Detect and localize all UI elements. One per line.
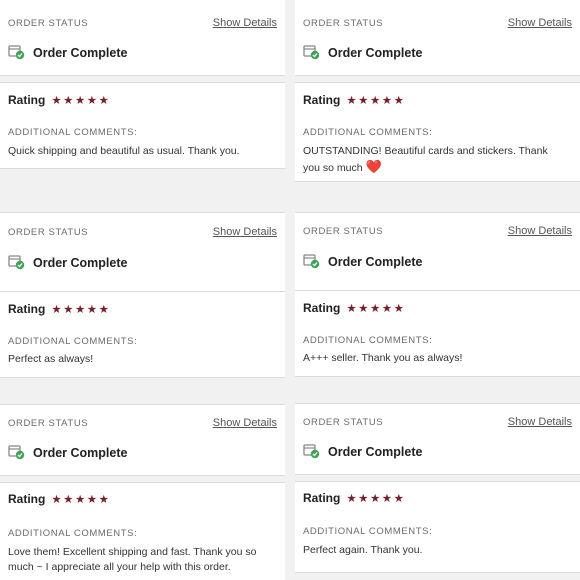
review-tile-1: ORDER STATUS Show Details Order Complete… [0, 0, 285, 190]
show-details-link[interactable]: Show Details [213, 226, 277, 238]
order-status-text: Order Complete [328, 45, 423, 60]
rating-card: Rating ★★★★★ ADDITIONAL COMMENTS: Perfec… [295, 481, 580, 573]
additional-comments-label: ADDITIONAL COMMENTS: [303, 335, 433, 346]
rating-row: Rating ★★★★★ [303, 93, 405, 107]
order-status: Order Complete [8, 45, 127, 60]
review-comment-text: OUTSTANDING! Beautiful cards and sticker… [303, 145, 548, 174]
rating-label: Rating [303, 301, 341, 315]
five-star-rating-icon: ★★★★★ [51, 95, 111, 107]
review-tile-5: ORDER STATUS Show Details Order Complete… [0, 392, 285, 580]
order-status: Order Complete [303, 444, 422, 459]
review-tile-2: ORDER STATUS Show Details Order Complete… [295, 0, 580, 190]
five-star-rating-icon: ★★★★★ [346, 303, 406, 315]
order-status-card: ORDER STATUS Show Details Order Complete [0, 212, 285, 292]
rating-label: Rating [8, 492, 46, 506]
order-status-label: ORDER STATUS [8, 418, 89, 429]
additional-comments-label: ADDITIONAL COMMENTS: [303, 526, 433, 537]
order-status-text: Order Complete [33, 255, 128, 270]
package-check-icon [8, 255, 25, 270]
package-check-icon [303, 45, 320, 60]
order-status-label: ORDER STATUS [303, 417, 384, 428]
review-tile-3: ORDER STATUS Show Details Order Complete… [0, 200, 285, 390]
order-status-label: ORDER STATUS [303, 226, 384, 237]
order-status: Order Complete [303, 254, 422, 269]
order-status: Order Complete [303, 45, 422, 60]
show-details-link[interactable]: Show Details [213, 417, 277, 429]
show-details-link[interactable]: Show Details [508, 416, 572, 428]
order-status-label: ORDER STATUS [303, 18, 384, 29]
rating-card: Rating ★★★★★ ADDITIONAL COMMENTS: OUTSTA… [295, 82, 580, 182]
rating-card: Rating ★★★★★ ADDITIONAL COMMENTS: A+++ s… [295, 290, 580, 377]
rating-label: Rating [303, 491, 341, 505]
order-status: Order Complete [8, 445, 127, 460]
additional-comments-label: ADDITIONAL COMMENTS: [303, 127, 433, 138]
review-comment: OUTSTANDING! Beautiful cards and sticker… [303, 144, 566, 176]
order-status-text: Order Complete [328, 254, 423, 269]
five-star-rating-icon: ★★★★★ [346, 493, 406, 505]
five-star-rating-icon: ★★★★★ [346, 95, 406, 107]
rating-row: Rating ★★★★★ [8, 93, 110, 107]
five-star-rating-icon: ★★★★★ [51, 494, 111, 506]
order-status-label: ORDER STATUS [8, 227, 89, 238]
review-tile-4: ORDER STATUS Show Details Order Complete… [295, 200, 580, 390]
rating-card: Rating ★★★★★ ADDITIONAL COMMENTS: Perfec… [0, 291, 285, 378]
package-check-icon [303, 254, 320, 269]
review-comment: Quick shipping and beautiful as usual. T… [8, 145, 240, 157]
order-status-text: Order Complete [328, 444, 423, 459]
show-details-link[interactable]: Show Details [213, 17, 277, 29]
review-tile-6: ORDER STATUS Show Details Order Complete… [295, 392, 580, 580]
rating-label: Rating [8, 302, 46, 316]
order-status-card: ORDER STATUS Show Details Order Complete [0, 404, 285, 476]
heart-emoji-icon: ❤️ [365, 159, 382, 174]
order-status-card: ORDER STATUS Show Details Order Complete [0, 0, 285, 76]
package-check-icon [8, 45, 25, 60]
rating-row: Rating ★★★★★ [8, 302, 110, 316]
order-status-card: ORDER STATUS Show Details Order Complete [295, 403, 580, 475]
additional-comments-label: ADDITIONAL COMMENTS: [8, 127, 138, 138]
order-status: Order Complete [8, 255, 127, 270]
review-comment: Perfect again. Thank you. [303, 544, 423, 556]
additional-comments-label: ADDITIONAL COMMENTS: [8, 336, 138, 347]
rating-card: Rating ★★★★★ ADDITIONAL COMMENTS: Love t… [0, 482, 285, 580]
rating-row: Rating ★★★★★ [303, 301, 405, 315]
review-comment: Perfect as always! [8, 353, 94, 365]
order-status-label: ORDER STATUS [8, 18, 89, 29]
order-status-card: ORDER STATUS Show Details Order Complete [295, 212, 580, 292]
show-details-link[interactable]: Show Details [508, 17, 572, 29]
rating-card: Rating ★★★★★ ADDITIONAL COMMENTS: Quick … [0, 82, 285, 169]
rating-row: Rating ★★★★★ [303, 491, 405, 505]
order-status-text: Order Complete [33, 45, 128, 60]
order-status-text: Order Complete [33, 445, 128, 460]
order-status-card: ORDER STATUS Show Details Order Complete [295, 0, 580, 76]
rating-row: Rating ★★★★★ [8, 492, 110, 506]
package-check-icon [303, 444, 320, 459]
package-check-icon [8, 445, 25, 460]
rating-label: Rating [303, 93, 341, 107]
review-comment: Love them! Excellent shipping and fast. … [8, 546, 257, 573]
review-comment: A+++ seller. Thank you as always! [303, 352, 463, 364]
rating-label: Rating [8, 93, 46, 107]
show-details-link[interactable]: Show Details [508, 225, 572, 237]
additional-comments-label: ADDITIONAL COMMENTS: [8, 528, 138, 539]
five-star-rating-icon: ★★★★★ [51, 304, 111, 316]
